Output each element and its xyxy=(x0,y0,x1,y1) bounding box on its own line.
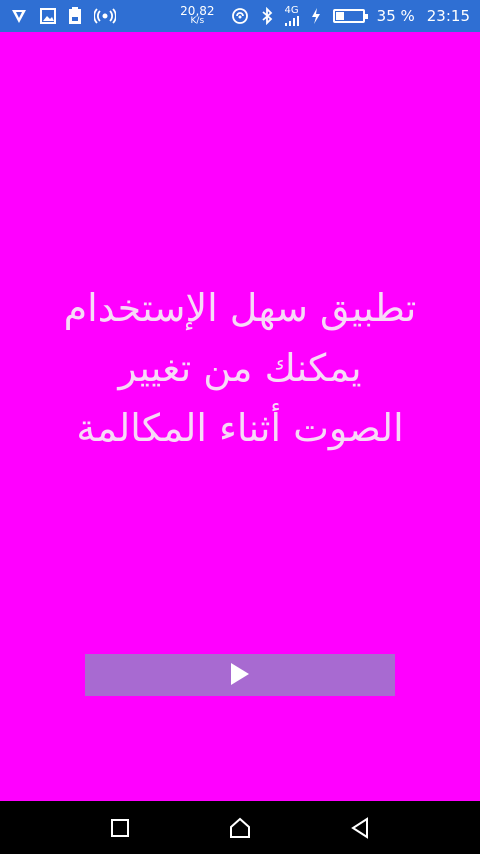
play-button[interactable] xyxy=(85,654,395,696)
description-text: تطبيق سهل الإستخدام يمكنك من تغيير الصوت… xyxy=(20,278,460,458)
description-line-3: الصوت أثناء المكالمة xyxy=(76,406,404,450)
status-bar: 20,82 K/s 4G 35 % 23:15 xyxy=(0,0,480,32)
network-type: 4G xyxy=(284,5,299,16)
home-icon[interactable] xyxy=(220,808,260,848)
play-icon xyxy=(229,662,251,689)
charging-icon xyxy=(311,8,321,24)
status-bar-left xyxy=(10,7,116,25)
navigation-bar xyxy=(0,801,480,854)
battery-percent: 35 % xyxy=(376,7,415,25)
hotspot-icon xyxy=(94,8,116,24)
net-speed-unit: K/s xyxy=(190,16,205,26)
back-icon[interactable] xyxy=(340,808,380,848)
nfc-icon xyxy=(231,7,249,25)
recents-icon[interactable] xyxy=(100,808,140,848)
save-icon xyxy=(68,7,82,25)
gallery-icon xyxy=(40,8,56,24)
net-speed-value: 20,82 xyxy=(180,4,215,18)
description-line-1: تطبيق سهل الإستخدام xyxy=(63,286,417,330)
net-speed: 20,82 K/s xyxy=(180,4,215,26)
clock: 23:15 xyxy=(426,7,470,25)
vpn-shield-icon xyxy=(10,7,28,25)
bluetooth-icon xyxy=(261,7,273,25)
description-line-2: يمكنك من تغيير xyxy=(118,346,362,390)
signal-icon: 4G xyxy=(285,6,299,26)
battery-icon xyxy=(332,9,368,23)
status-bar-right: 20,82 K/s 4G 35 % 23:15 xyxy=(180,4,470,26)
main-content: تطبيق سهل الإستخدام يمكنك من تغيير الصوت… xyxy=(0,32,480,801)
battery-level-fill xyxy=(335,12,345,20)
